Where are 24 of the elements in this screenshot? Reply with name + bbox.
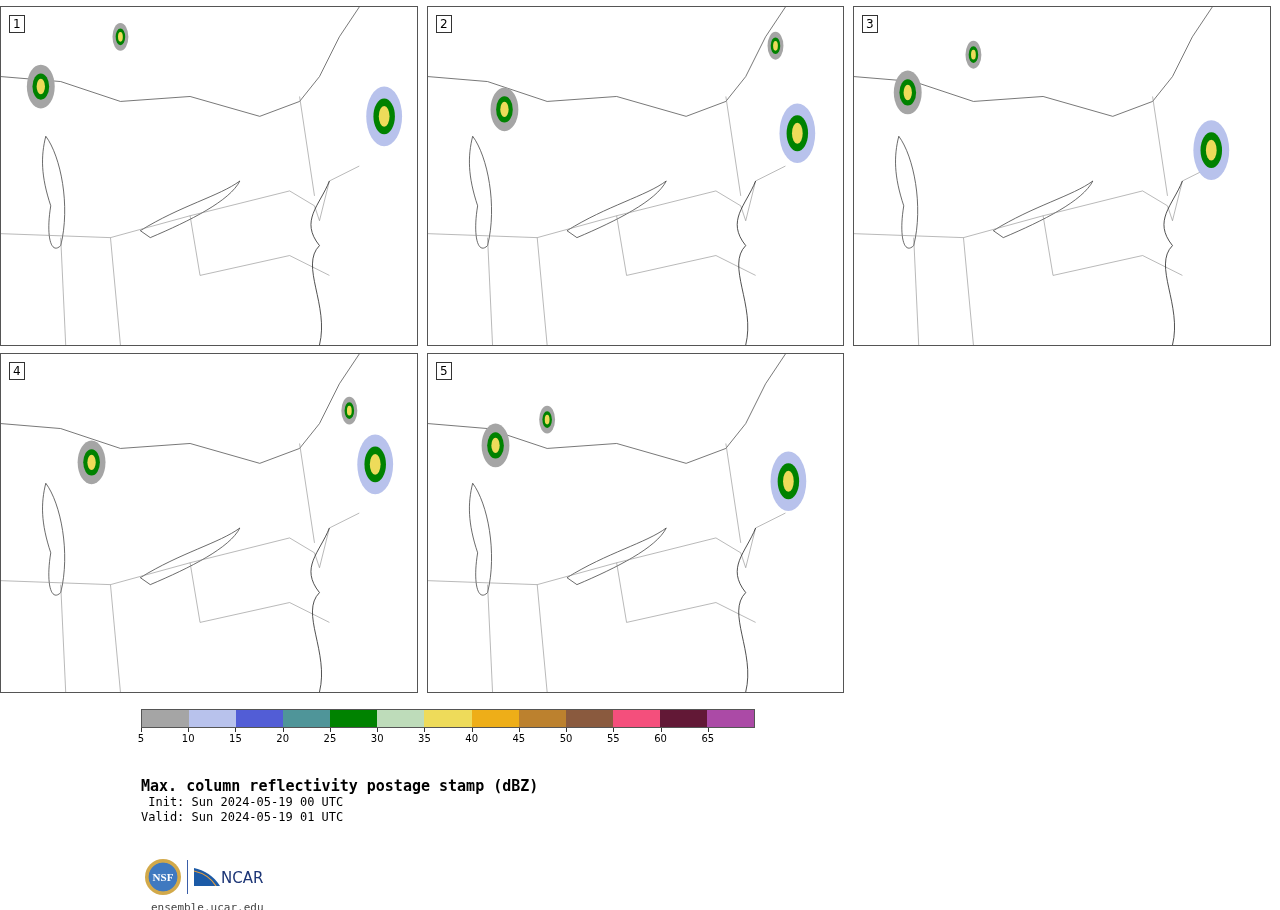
- tick-label: 45: [511, 733, 527, 744]
- panel-label: 3: [862, 15, 878, 33]
- ncar-logo-text: NCAR: [221, 870, 264, 886]
- tick-label: 5: [136, 733, 146, 744]
- tick-label: 10: [180, 733, 196, 744]
- panel-label: 1: [9, 15, 25, 33]
- tick-label: 20: [275, 733, 291, 744]
- nsf-logo: NSF: [145, 859, 181, 895]
- tick-label: 30: [369, 733, 385, 744]
- tick-label: 65: [700, 733, 716, 744]
- tick-label: 55: [605, 733, 621, 744]
- tick-label: 50: [558, 733, 574, 744]
- tick-label: 15: [228, 733, 243, 744]
- tick-label: 60: [653, 733, 668, 744]
- chart-title: Max. column reflectivity postage stamp (dBZ): [141, 777, 540, 795]
- tick-label: 35: [417, 733, 432, 744]
- panel-label: 2: [436, 15, 452, 33]
- ncar-logo-icon: [194, 868, 220, 886]
- panel-label: 5: [436, 362, 452, 380]
- panel-label: 4: [9, 362, 25, 380]
- init-time: Init: Sun 2024-05-19 00 UTC: [147, 795, 345, 810]
- tick-label: 25: [322, 733, 338, 744]
- tick-label: 40: [464, 733, 479, 744]
- valid-time: Valid: Sun 2024-05-19 01 UTC: [141, 810, 345, 825]
